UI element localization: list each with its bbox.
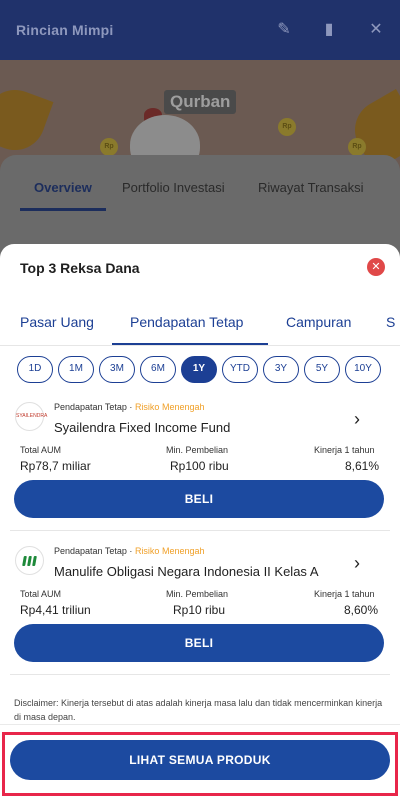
period-3y[interactable]: 3Y [263, 356, 299, 383]
fund-card[interactable]: SYAILENDRA Pendapatan Tetap · Risiko Men… [0, 398, 400, 528]
goal-badge: Qurban [164, 90, 237, 114]
tab-campuran[interactable]: Campuran [286, 314, 351, 330]
meta-separator: · [129, 546, 133, 556]
aum-value: Rp78,7 miliar [20, 459, 91, 473]
aum-value: Rp4,41 triliun [20, 603, 91, 617]
divider [0, 724, 400, 725]
goal-banner: Rp Rp Rp [0, 60, 400, 170]
coin-icon: Rp [100, 138, 118, 156]
tab-history[interactable]: Riwayat Transaksi [258, 180, 363, 195]
coin-icon: Rp [278, 118, 296, 136]
min-purchase-label: Min. Pembelian [166, 445, 229, 455]
period-selector: 1D 1M 3M 6M 1Y YTD 3Y 5Y 10Y [0, 356, 400, 384]
buy-button[interactable]: BELI [14, 624, 384, 662]
page-title: Rincian Mimpi [16, 22, 114, 38]
period-5y[interactable]: 5Y [304, 356, 340, 383]
divider [0, 345, 400, 346]
fund-name: Manulife Obligasi Negara Indonesia II Ke… [54, 564, 319, 579]
divider [10, 530, 390, 531]
fund-logo [15, 546, 44, 575]
fund-category: Pendapatan Tetap [54, 402, 127, 412]
fund-logo: SYAILENDRA [15, 402, 47, 431]
sheet-title: Top 3 Reksa Dana [20, 260, 140, 276]
meta-separator: · [129, 402, 133, 412]
coin-icon: Rp [348, 138, 366, 156]
tab-pasar-uang[interactable]: Pasar Uang [20, 314, 94, 330]
chevron-right-icon[interactable]: › [354, 554, 368, 572]
tab-pendapatan-tetap[interactable]: Pendapatan Tetap [130, 314, 243, 330]
risk-level: Risiko Menengah [134, 402, 205, 412]
risk-level: Risiko Menengah [134, 546, 205, 556]
fund-meta: Pendapatan Tetap · Risiko Menengah [54, 546, 204, 556]
buy-button[interactable]: BELI [14, 480, 384, 518]
performance-value: 8,61% [345, 459, 380, 473]
logo-mark [22, 555, 27, 566]
period-1y[interactable]: 1Y [181, 356, 217, 383]
aum-label: Total AUM [20, 445, 62, 455]
min-purchase-label: Min. Pembelian [166, 589, 229, 599]
period-10y[interactable]: 10Y [345, 356, 381, 383]
logo-mark [27, 555, 32, 566]
close-circle-icon[interactable]: ✕ [367, 258, 385, 276]
period-6m[interactable]: 6M [140, 356, 176, 383]
divider [10, 674, 390, 675]
period-3m[interactable]: 3M [99, 356, 135, 383]
trash-icon[interactable]: ▮ [319, 20, 339, 40]
tab-underline [20, 208, 106, 211]
disclaimer-text: Disclaimer: Kinerja tersebut di atas ada… [14, 698, 383, 722]
fund-name: Syailendra Fixed Income Fund [54, 420, 231, 435]
min-purchase-value: Rp100 ribu [170, 459, 229, 473]
see-all-products-button[interactable]: LIHAT SEMUA PRODUK [10, 740, 390, 780]
category-tabs: Pasar Uang Pendapatan Tetap Campuran S [0, 304, 400, 346]
aum-label: Total AUM [20, 589, 62, 599]
close-icon[interactable]: ✕ [366, 20, 386, 40]
period-ytd[interactable]: YTD [222, 356, 258, 383]
fund-category: Pendapatan Tetap [54, 546, 127, 556]
tab-saham[interactable]: S [386, 314, 395, 330]
period-1d[interactable]: 1D [17, 356, 53, 383]
min-purchase-value: Rp10 ribu [173, 603, 226, 617]
logo-mark [32, 555, 37, 566]
fund-meta: Pendapatan Tetap · Risiko Menengah [54, 402, 204, 412]
performance-label: Kinerja 1 tahun [314, 445, 375, 455]
performance-value: 8,60% [344, 603, 379, 617]
tab-portfolio[interactable]: Portfolio Investasi [122, 180, 225, 195]
leaf-decoration [0, 81, 54, 159]
edit-icon[interactable]: ✎ [274, 20, 294, 40]
fund-card[interactable]: Pendapatan Tetap · Risiko Menengah Manul… [0, 542, 400, 672]
performance-label: Kinerja 1 tahun [314, 589, 375, 599]
top-funds-sheet: Top 3 Reksa Dana ✕ Pasar Uang Pendapatan… [0, 244, 400, 800]
period-1m[interactable]: 1M [58, 356, 94, 383]
chevron-right-icon[interactable]: › [354, 410, 368, 428]
tab-overview[interactable]: Overview [34, 180, 92, 195]
